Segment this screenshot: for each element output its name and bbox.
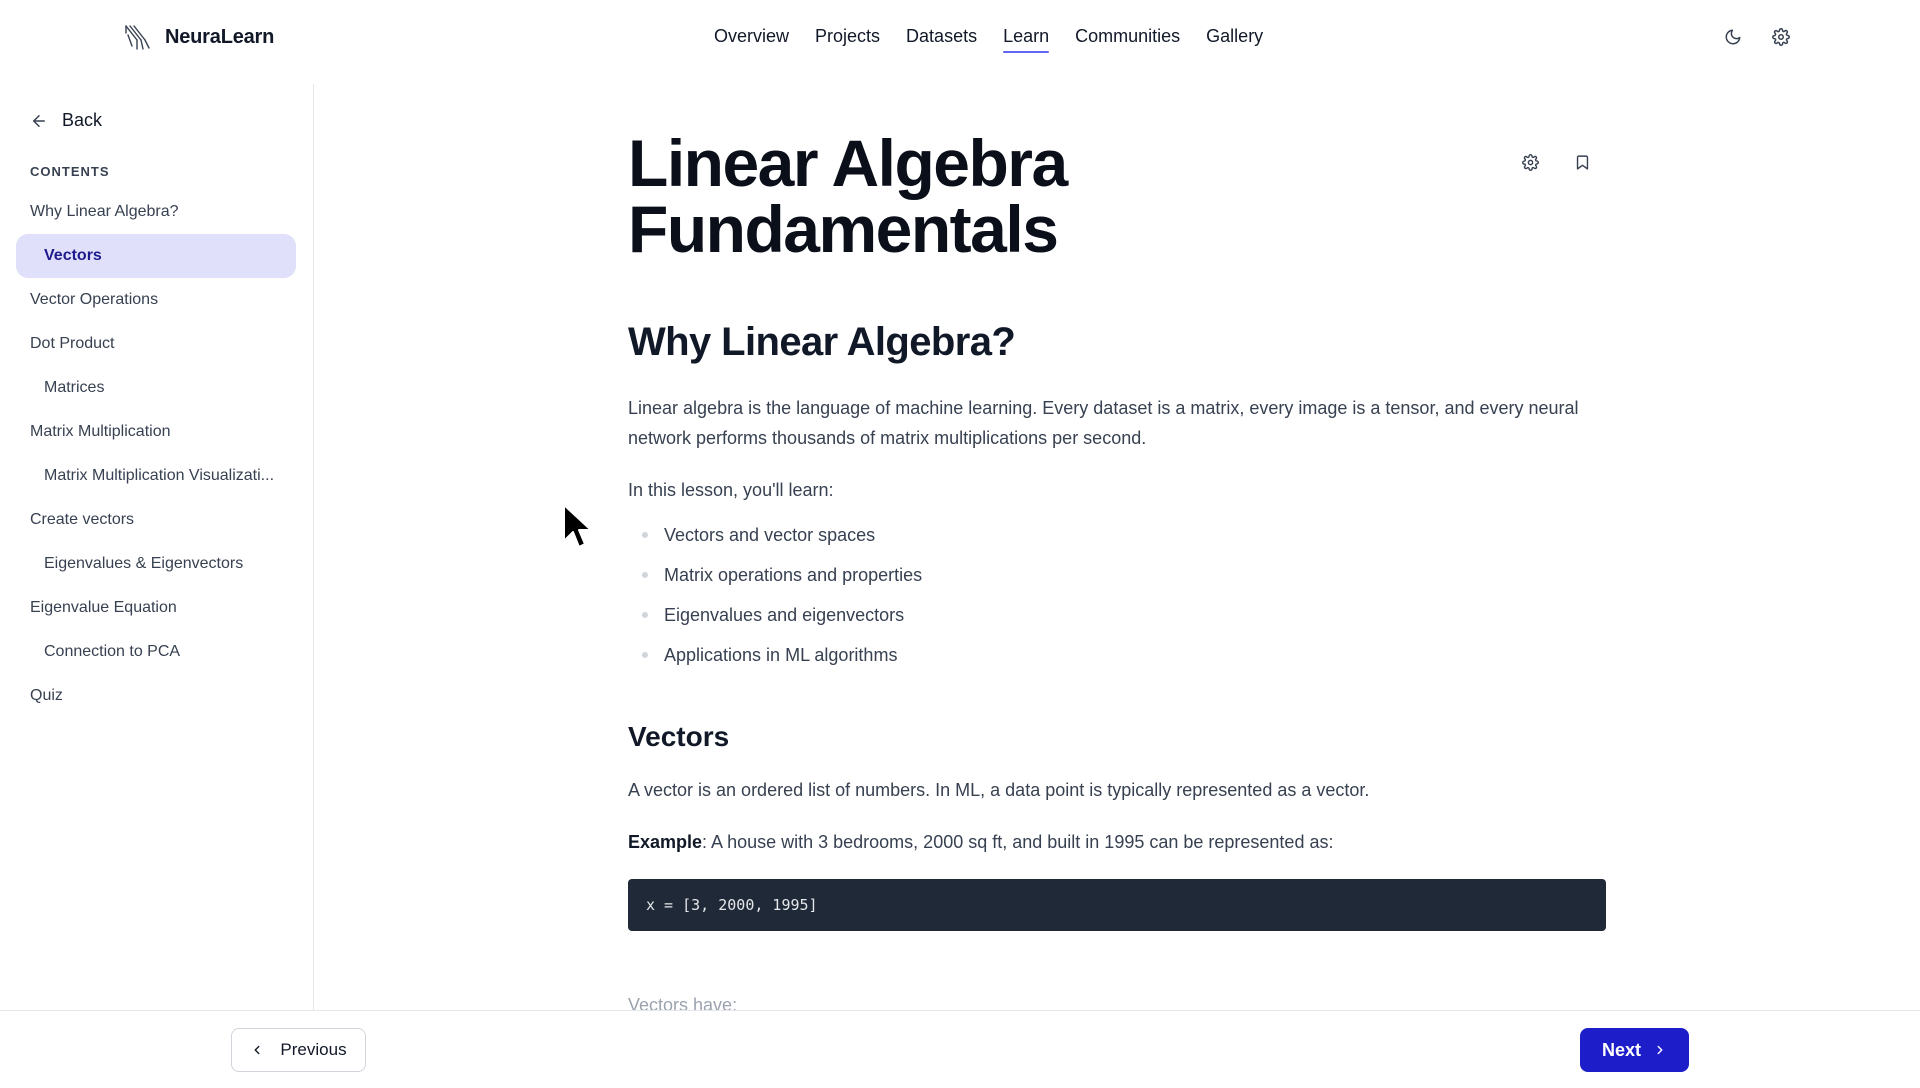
- code-block: x = [3, 2000, 1995]: [628, 879, 1606, 931]
- nav-projects[interactable]: Projects: [815, 26, 880, 53]
- toc-item-matrix-multiplication-visualization[interactable]: Matrix Multiplication Visualizati...: [16, 454, 296, 498]
- chevron-left-icon: [254, 1045, 260, 1055]
- example-paragraph: Example: A house with 3 bedrooms, 2000 s…: [628, 827, 1606, 857]
- previous-label: Previous: [280, 1040, 347, 1059]
- moon-icon[interactable]: [1722, 26, 1744, 48]
- next-label: Next: [1601, 1039, 1641, 1060]
- brand-name: NeuraLearn: [165, 25, 275, 48]
- mouse-cursor-icon: [563, 504, 592, 548]
- chevron-right-icon: [1657, 1045, 1663, 1055]
- toc-item-eigenvalue-equation[interactable]: Eigenvalue Equation: [16, 586, 296, 630]
- main-nav: Overview Projects Datasets Learn Communi…: [714, 26, 1263, 53]
- nav-gallery[interactable]: Gallery: [1206, 26, 1263, 53]
- gear-icon[interactable]: [1770, 26, 1792, 48]
- section-paragraph: A vector is an ordered list of numbers. …: [628, 780, 1370, 800]
- brand[interactable]: NeuraLearn: [123, 22, 274, 52]
- toc-item-matrix-multiplication[interactable]: Matrix Multiplication: [16, 410, 296, 454]
- list-item: Applications in ML algorithms: [628, 635, 1606, 675]
- list-item: Eigenvalues and eigenvectors: [628, 595, 1606, 635]
- back-button[interactable]: Back: [30, 110, 102, 131]
- toc-item-eigenvalues-eigenvectors[interactable]: Eigenvalues & Eigenvectors: [16, 542, 296, 586]
- list-item: Vectors and vector spaces: [628, 515, 1606, 555]
- nav-overview[interactable]: Overview: [714, 26, 789, 53]
- toc-item-create-vectors[interactable]: Create vectors: [16, 498, 296, 542]
- page-title: Linear Algebra Fundamentals: [628, 130, 1188, 262]
- neuralearn-logo-icon: [125, 25, 150, 50]
- nav-learn[interactable]: Learn: [1003, 26, 1050, 53]
- section-heading-vectors: Vectors: [628, 721, 730, 752]
- example-text: : A house with 3 bedrooms, 2000 sq ft, a…: [702, 832, 1334, 852]
- list-item: Matrix operations and properties: [628, 555, 1606, 595]
- gear-icon[interactable]: [1518, 150, 1542, 174]
- lesson-intro: In this lesson, you'll learn:: [628, 480, 834, 500]
- nav-datasets[interactable]: Datasets: [906, 26, 977, 53]
- lesson-sidebar: Back CONTENTS Why Linear Algebra? Vector…: [0, 84, 314, 1010]
- table-of-contents: Why Linear Algebra? Vectors Vector Opera…: [16, 190, 296, 718]
- section-paragraph: Linear algebra is the language of machin…: [628, 398, 1579, 448]
- title-actions: [1518, 150, 1594, 174]
- section-heading-why-linear-algebra: Why Linear Algebra?: [628, 320, 1016, 364]
- toc-item-why-linear-algebra[interactable]: Why Linear Algebra?: [16, 190, 296, 234]
- back-label: Back: [62, 110, 103, 130]
- toc-item-matrices[interactable]: Matrices: [16, 366, 296, 410]
- lesson-content: Linear Algebra Fundamentals Why Linear A…: [628, 130, 1606, 931]
- top-header: NeuraLearn Overview Projects Datasets Le…: [0, 0, 1920, 76]
- learning-goals-list: Vectors and vector spaces Matrix operati…: [628, 515, 1606, 675]
- previous-button[interactable]: Previous: [231, 1028, 366, 1072]
- toc-item-connection-to-pca[interactable]: Connection to PCA: [16, 630, 296, 674]
- arrow-left-icon: [33, 114, 45, 127]
- contents-heading: CONTENTS: [30, 164, 110, 179]
- lesson-footer: Previous Next: [0, 1010, 1920, 1088]
- toc-item-dot-product[interactable]: Dot Product: [16, 322, 296, 366]
- next-button[interactable]: Next: [1580, 1028, 1689, 1072]
- toc-item-vectors[interactable]: Vectors: [16, 234, 296, 278]
- nav-communities[interactable]: Communities: [1075, 26, 1180, 53]
- page-title-line1: Linear Algebra: [628, 126, 1068, 200]
- page-title-line2: Fundamentals: [628, 192, 1059, 266]
- toc-item-quiz[interactable]: Quiz: [16, 674, 296, 718]
- toc-item-vector-operations[interactable]: Vector Operations: [16, 278, 296, 322]
- example-label: Example: [628, 832, 703, 852]
- bookmark-icon[interactable]: [1570, 150, 1594, 174]
